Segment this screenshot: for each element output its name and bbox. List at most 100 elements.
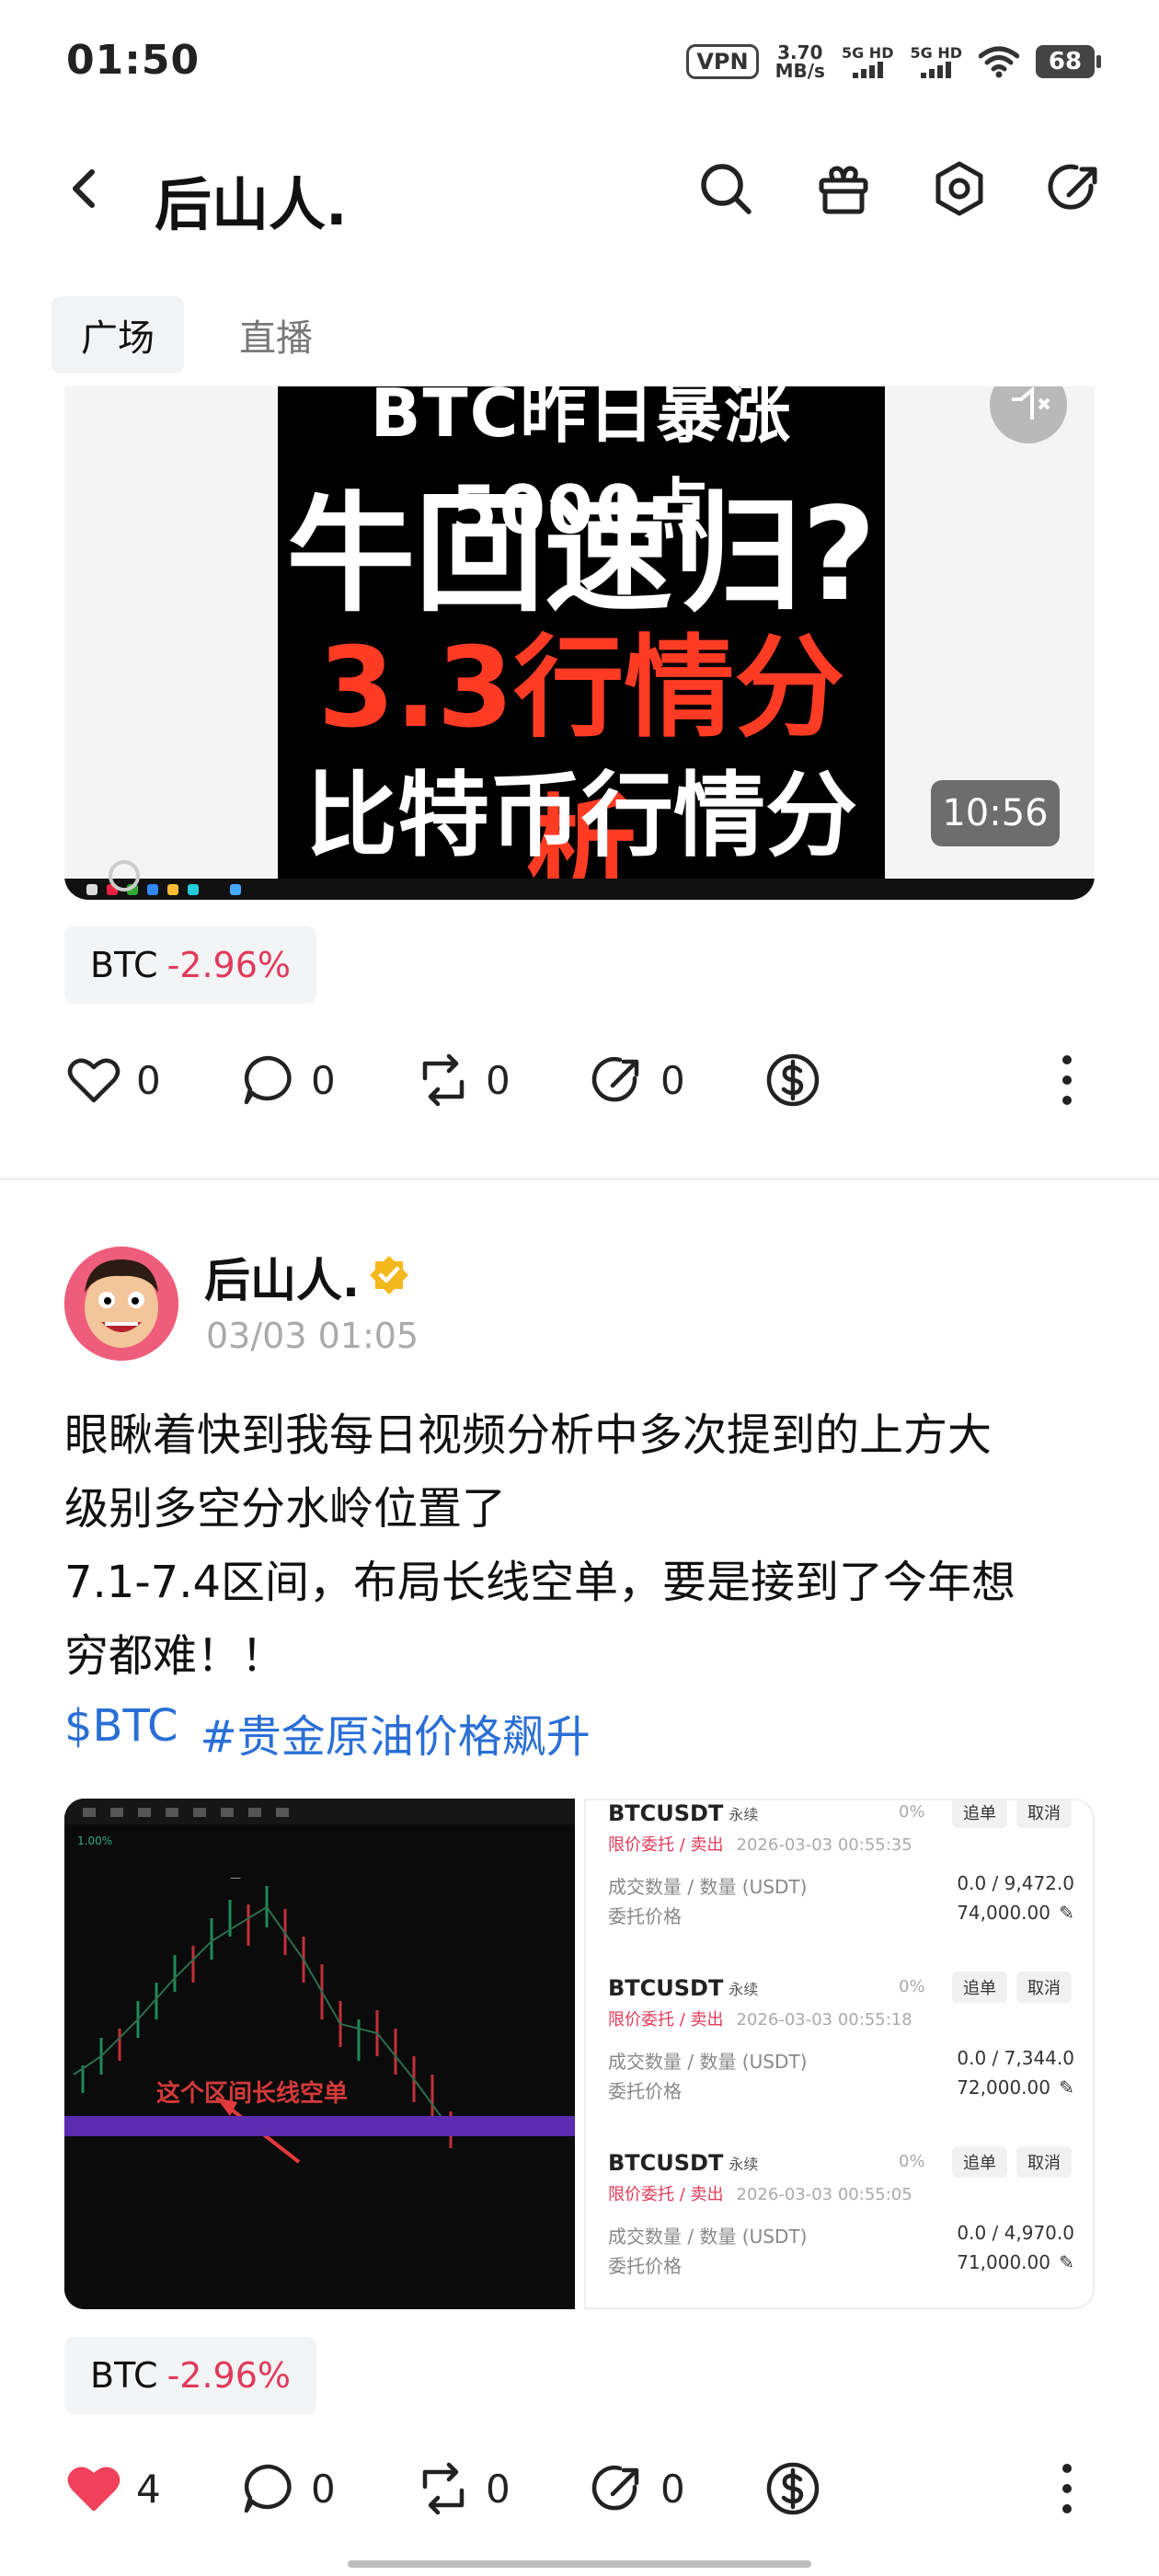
order-card: BTCUSDT 永续 0% 追单 取消 限价委托 / 卖出 2026-03-03 0… [586, 1972, 1093, 2150]
tip-button[interactable] [763, 2452, 822, 2525]
order-cancel-button: 取消 [1016, 1972, 1072, 2003]
highlight-zone-band [64, 2116, 575, 2136]
share-icon [591, 1056, 639, 1102]
video-progress-knob[interactable] [109, 860, 140, 891]
cartoon-face-icon [64, 1247, 178, 1361]
order-qty-value: 0.0 / 4,970.0 [957, 2222, 1074, 2244]
feed-tabs: 广场 直播 [52, 296, 342, 374]
video-taskbar-strip [64, 879, 1095, 900]
dollar-coin-icon [766, 1053, 820, 1107]
page-title: 后山人. [155, 171, 348, 238]
repost-icon [422, 1053, 465, 1107]
post-image-chart[interactable]: 1.00% — 这个区间长线空单 [64, 1799, 575, 2309]
back-icon[interactable] [57, 161, 112, 216]
edit-pen-icon: ✎ [1059, 1902, 1074, 1924]
order-cancel-button: 取消 [1016, 1800, 1072, 1828]
order-price-value: 71,000.00 [957, 2251, 1050, 2273]
order-qty-label: 成交数量 / 数量 (USDT) [608, 2051, 808, 2073]
taskbar-icon [86, 884, 98, 895]
share-icon[interactable] [1045, 158, 1106, 219]
settings-icon[interactable] [929, 158, 990, 219]
order-time: 2026-03-03 00:55:35 [736, 1835, 912, 1855]
ticker-chip[interactable]: BTC -2.96% [64, 926, 317, 1004]
order-symbol: BTCUSDT [608, 2150, 724, 2176]
hashtag-link[interactable]: #贵金原油价格飙升 [201, 1700, 591, 1765]
hashtags: $BTC #贵金原油价格飙升 [64, 1700, 591, 1765]
chart-annotation: 这个区间长线空单 [156, 2080, 349, 2108]
heart-icon [67, 1058, 120, 1103]
comment-button[interactable]: 0 [239, 1043, 336, 1117]
order-qty-value: 0.0 / 7,344.0 [957, 2047, 1074, 2069]
order-side: 限价委托 / 卖出 [608, 2185, 724, 2204]
video-caption-line-4: 比特币行情分析 [305, 762, 857, 900]
signal-1-label: 5G HD [841, 44, 894, 62]
like-button[interactable]: 0 [64, 1043, 161, 1117]
post-image-orders[interactable]: BTCUSDT 永续 0% 追单 取消 限价委托 / 卖出 2026-03-03 0… [584, 1799, 1095, 2309]
tip-button[interactable] [763, 1043, 822, 1117]
edit-pen-icon: ✎ [1059, 2251, 1074, 2273]
order-price-label: 委托价格 [608, 1905, 682, 1927]
like-count: 4 [136, 2466, 161, 2512]
post-body[interactable]: 眼瞅着快到我每日视频分析中多次提到的上方大 级别多空分水岭位置了 7.1-7.4… [64, 1398, 1104, 1693]
post-body-line: 穷都难！！ [64, 1630, 286, 1682]
candlestick-chart: 1.00% — [64, 1799, 575, 2309]
order-fill-pct: 0% [899, 1977, 925, 1996]
comment-count: 0 [311, 1057, 336, 1103]
order-fill-pct: 0% [899, 1802, 925, 1822]
hashtag-link[interactable]: $BTC [64, 1700, 178, 1765]
post-timestamp: 03/03 01:05 [206, 1316, 419, 1356]
post-body-line: 眼瞅着快到我每日视频分析中多次提到的上方大 [64, 1409, 993, 1461]
post-actions: 4 0 0 0 [64, 2452, 1095, 2525]
order-cancel-button: 取消 [1016, 2146, 1072, 2178]
ticker-symbol: BTC [90, 2355, 158, 2396]
top-bar: 后山人. [0, 129, 1159, 248]
post-body-line: 级别多空分水岭位置了 [64, 1483, 507, 1535]
order-qty-value: 0.0 / 9,472.0 [957, 1872, 1074, 1894]
signal-bars-icon [921, 62, 952, 78]
comment-icon [244, 2464, 292, 2513]
heart-filled-icon [67, 2467, 120, 2512]
share-button[interactable]: 0 [589, 2452, 685, 2525]
dollar-coin-icon [766, 2462, 820, 2515]
comment-button[interactable]: 0 [239, 2452, 336, 2525]
repost-button[interactable]: 0 [414, 2452, 511, 2525]
order-side: 限价委托 / 卖出 [608, 1835, 724, 1855]
status-icons: VPN 3.70 MB/s 5G HD 5G HD 68 [686, 40, 1101, 83]
share-count: 0 [660, 2466, 685, 2512]
order-card: BTCUSDT 永续 0% 追单 取消 限价委托 / 卖出 2026-03-03 0… [586, 1800, 1093, 1975]
author-name[interactable]: 后山人. [204, 1244, 360, 1310]
repost-button[interactable]: 0 [414, 1043, 511, 1117]
order-price-label: 委托价格 [608, 2255, 682, 2277]
share-icon [591, 2465, 639, 2511]
vpn-badge: VPN [686, 44, 759, 79]
gift-icon[interactable] [813, 158, 874, 219]
avatar[interactable] [64, 1247, 178, 1361]
order-type-tag: 永续 [729, 1806, 759, 1823]
tab-live[interactable]: 直播 [210, 296, 342, 374]
status-bar: 01:50 VPN 3.70 MB/s 5G HD 5G HD 68 [0, 0, 1159, 125]
signal-1: 5G HD [841, 44, 894, 78]
search-icon[interactable] [695, 158, 756, 219]
video-thumbnail: BTC昨日暴涨5000点 牛回速归? 3.3行情分析 比特币行情分析 [278, 386, 885, 900]
order-card: BTCUSDT 永续 0% 追单 取消 限价委托 / 卖出 2026-03-03 0… [586, 2146, 1093, 2307]
more-options-icon[interactable] [1058, 1052, 1076, 1108]
edit-pen-icon: ✎ [1059, 2076, 1074, 2099]
repost-count: 0 [486, 1057, 511, 1103]
speed-value: 3.70 [777, 41, 823, 63]
post-body-line: 7.1-7.4区间，布局长线空单，要是接到了今年想 [64, 1557, 1016, 1608]
tab-square[interactable]: 广场 [52, 296, 184, 374]
ticker-symbol: BTC [90, 945, 158, 985]
like-button[interactable]: 4 [64, 2452, 161, 2525]
share-button[interactable]: 0 [589, 1043, 685, 1117]
ticker-chip[interactable]: BTC -2.96% [64, 2337, 317, 2414]
more-options-icon[interactable] [1058, 2461, 1076, 2516]
home-indicator[interactable] [348, 2560, 811, 2568]
taskbar-icon [188, 884, 199, 895]
video-duration: 10:56 [931, 780, 1060, 846]
video-player[interactable]: BTC昨日暴涨5000点 牛回速归? 3.3行情分析 比特币行情分析 10:56 [64, 386, 1095, 900]
order-qty-label: 成交数量 / 数量 (USDT) [608, 2225, 808, 2248]
taskbar-icon [147, 884, 158, 895]
share-count: 0 [660, 1057, 685, 1103]
order-side: 限价委托 / 卖出 [608, 2010, 724, 2030]
mute-icon[interactable] [990, 386, 1067, 443]
